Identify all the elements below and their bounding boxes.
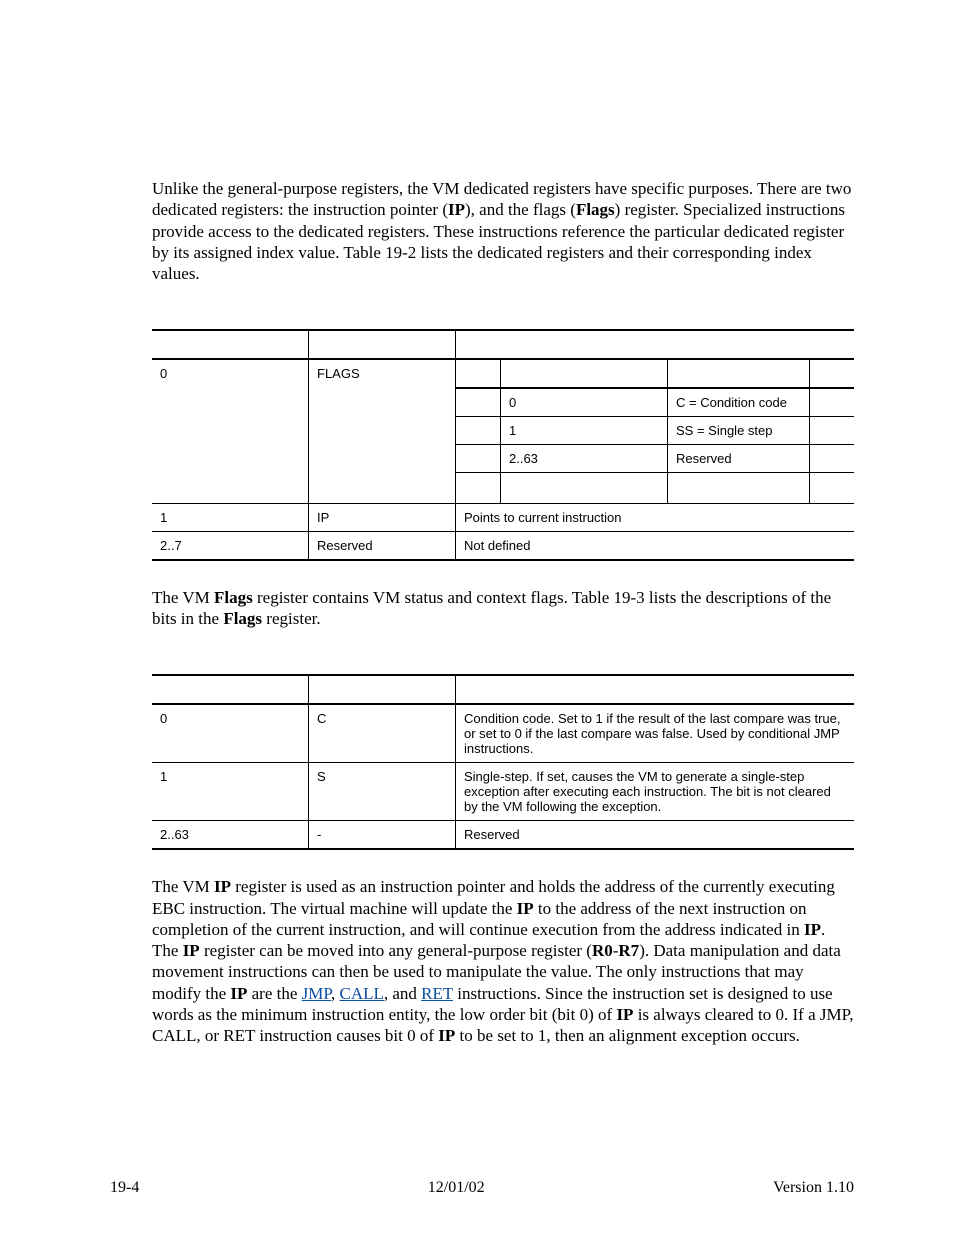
cell: 0: [152, 704, 309, 763]
section-heading: 19.3.2 Dedicated VM Registers: [152, 147, 854, 164]
cell: Reserved: [309, 531, 456, 560]
running-header: Extensible Firmware Interface Specificat…: [152, 60, 854, 75]
footer-page-number: 19-4: [110, 1179, 139, 1197]
paragraph-3: The VM IP register is used as an instruc…: [152, 876, 854, 1046]
th-flag: Flag: [309, 675, 456, 704]
page-footer: 19-4 12/01/02 Version 1.10: [0, 1179, 954, 1197]
th-bit: Bit: [152, 675, 309, 704]
cell: C = Condition code: [668, 388, 810, 417]
cell: -: [309, 821, 456, 850]
table-dedicated-registers: Index Register Description 0 FLAGS Bit D…: [152, 329, 854, 561]
cell: Single-step. If set, causes the VM to ge…: [456, 763, 855, 821]
cell: C: [309, 704, 456, 763]
link-call[interactable]: CALL: [339, 984, 383, 1003]
cell-register-flags: FLAGS: [309, 359, 456, 503]
cell: 1: [152, 763, 309, 821]
th-index: Index: [152, 330, 309, 359]
table2-caption: Table 19-3. VM Flags Register: [152, 653, 854, 668]
link-ret[interactable]: RET: [421, 984, 453, 1003]
cell: Points to current instruction: [456, 503, 855, 531]
cell: S: [309, 763, 456, 821]
link-jmp[interactable]: JMP: [302, 984, 331, 1003]
cell: Reserved: [456, 821, 855, 850]
intel-logo: intel.: [777, 58, 854, 101]
table1-caption: Table 19-2. Dedicated VM Registers: [152, 308, 854, 323]
cell-index-0: 0: [152, 359, 309, 503]
th-desc: Description: [456, 675, 855, 704]
cell: 0: [501, 388, 668, 417]
cell: Reserved: [668, 445, 810, 473]
cell: Condition code. Set to 1 if the result o…: [456, 704, 855, 763]
cell: 1: [501, 417, 668, 445]
th-register: Register: [309, 330, 456, 359]
inner-table-flags-bits: Bit Description 0 C = Condition code: [456, 360, 854, 503]
footer-date: 12/01/02: [428, 1179, 485, 1197]
paragraph-2: The VM Flags register contains VM status…: [152, 587, 854, 630]
cell: Not defined: [456, 531, 855, 560]
paragraph-1: Unlike the general-purpose registers, th…: [152, 178, 854, 284]
cell: 2..7: [152, 531, 309, 560]
cell: 1: [152, 503, 309, 531]
cell: 2..63: [152, 821, 309, 850]
cell: IP: [309, 503, 456, 531]
th-description: Description: [456, 330, 855, 359]
cell: SS = Single step: [668, 417, 810, 445]
inner-th-bit: Bit: [501, 360, 668, 388]
inner-th-desc: Description: [668, 360, 810, 388]
footer-version: Version 1.10: [773, 1179, 854, 1197]
cell: 2..63: [501, 445, 668, 473]
table-vm-flags: Bit Flag Description 0 C Condition code.…: [152, 674, 854, 850]
